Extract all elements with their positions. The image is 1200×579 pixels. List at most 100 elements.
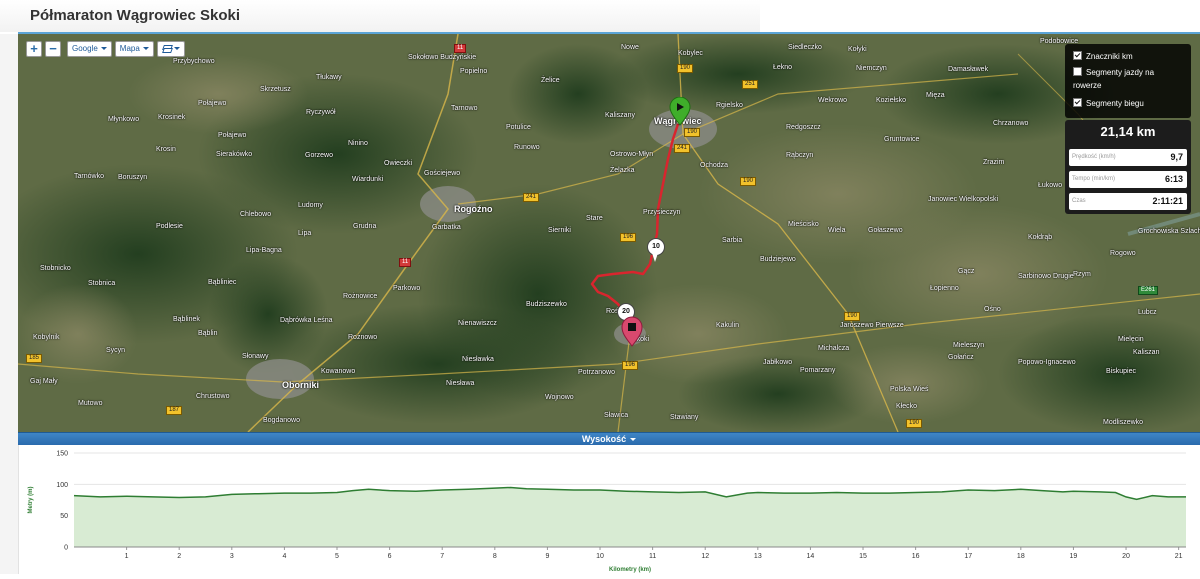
place-label: Tarnowo (451, 105, 478, 112)
toggle-bike-segments-label: Segmenty jazdy na rowerze (1073, 68, 1155, 90)
place-label: Niesławka (462, 356, 494, 363)
place-label: Gołańcz (948, 354, 974, 361)
place-label: Skrzetusz (260, 86, 291, 93)
checkbox-km-markers[interactable] (1073, 51, 1082, 60)
place-label: Kaliszany (605, 112, 635, 119)
x-tick-label: 18 (1017, 553, 1025, 560)
x-axis-label: Kilometry (km) (609, 567, 651, 573)
place-label: Kowanowo (321, 368, 356, 375)
y-tick-label: 150 (56, 451, 68, 458)
place-label: Łekno (773, 64, 793, 71)
place-label: Mięza (926, 92, 945, 99)
place-label: Mieleszyn (953, 342, 985, 349)
y-axis-label: Metry (m) (28, 486, 34, 513)
place-label: Niesława (446, 380, 475, 387)
route-line (590, 111, 682, 335)
place-label: Sierakówko (216, 151, 253, 158)
place-label: Tarnówko (74, 173, 104, 180)
checkbox-bike-segments[interactable] (1073, 67, 1082, 76)
place-label: Zrazim (983, 159, 1005, 166)
place-label: Sarbinowo Drugie (1018, 273, 1074, 280)
stat-time: Czas 2:11:21 (1069, 193, 1187, 210)
place-label: Bąbliniec (208, 279, 237, 286)
y-tick-label: 100 (56, 482, 68, 489)
x-tick-label: 4 (282, 553, 286, 560)
place-label: Stare (586, 215, 603, 222)
place-label: Wiardunki (352, 176, 384, 183)
toggle-run-segments[interactable]: Segmenty biegu (1073, 97, 1183, 110)
place-label: Przysieczyn (643, 209, 681, 216)
elevation-area (74, 487, 1186, 547)
layers-dropdown[interactable] (156, 41, 185, 57)
place-label: Stobnica (88, 280, 116, 287)
place-label: Sycyn (106, 347, 126, 354)
total-distance: 21,14 km (1100, 124, 1156, 139)
map-type-dropdown[interactable]: Mapa (114, 41, 154, 57)
x-tick-label: 2 (177, 553, 181, 560)
zoom-in-button[interactable]: + (26, 41, 42, 57)
toggle-bike-segments[interactable]: Segmenty jazdy na rowerze (1073, 66, 1183, 92)
road-number-badge: 187 (166, 406, 183, 415)
place-label: Rogowo (1110, 250, 1136, 257)
x-tick-label: 1 (125, 553, 129, 560)
place-label: Rożnowo (348, 334, 378, 341)
place-label: Stobnicko (40, 265, 71, 272)
place-label: Krosinek (158, 114, 186, 121)
place-label: Chrustowo (196, 393, 230, 400)
stat-speed: Prędkość (km/h) 9,7 (1069, 149, 1187, 166)
road-number-badge: 11 (399, 258, 412, 267)
place-label: Gołaszewo (868, 227, 903, 234)
toggle-km-markers[interactable]: Znaczniki km (1073, 50, 1183, 63)
chevron-down-icon (173, 47, 180, 51)
road-number-badge: 190 (844, 312, 861, 321)
place-label: Rąbczyn (786, 152, 814, 159)
checkbox-run-segments[interactable] (1073, 98, 1082, 107)
place-label: Biskupiec (1106, 368, 1136, 375)
zoom-out-button[interactable]: − (45, 41, 61, 57)
x-tick-label: 7 (440, 553, 444, 560)
road-number-badge: 190 (677, 64, 694, 73)
x-tick-label: 11 (649, 553, 656, 560)
place-label: Jabłkowo (763, 359, 793, 366)
finish-marker[interactable] (618, 316, 646, 348)
place-label: Ośno (984, 306, 1001, 313)
place-label: Popielno (460, 68, 488, 75)
place-label: Gościejewo (424, 170, 461, 177)
place-label: Bąblinek (173, 316, 200, 323)
place-label: Gaj Mały (30, 378, 58, 385)
place-label: Siedleczko (788, 44, 822, 51)
stat-pace-value: 6:13 (1164, 174, 1183, 184)
map-provider-dropdown[interactable]: Google (67, 41, 112, 57)
place-label: Słonawy (242, 353, 269, 360)
x-tick-label: 13 (754, 553, 762, 560)
map-view[interactable]: Nowe Kobylec Siedleczko Kołyki Podobowice Sok… (18, 34, 1200, 432)
place-label: Michalcza (818, 345, 850, 352)
place-label: Grudna (353, 223, 377, 230)
road-number-badge: 196 (620, 233, 637, 242)
place-label: Nowe (621, 44, 639, 51)
place-label: Rogoźno (454, 204, 493, 214)
place-label: Łukowo (1038, 182, 1063, 189)
place-label: Grochowiska Szlacheckie (1138, 228, 1200, 235)
stat-time-value: 2:11:21 (1152, 196, 1183, 206)
place-label: Młynkowo (108, 116, 140, 123)
place-label: Kołyki (848, 46, 867, 53)
start-marker[interactable] (666, 97, 694, 127)
place-label: Gruntowice (884, 136, 920, 143)
place-label: Lubcz (1138, 309, 1157, 316)
toggle-run-segments-label: Segmenty biegu (1086, 99, 1144, 108)
place-label: Połajewo (198, 100, 227, 107)
stat-speed-label: Prędkość (km/h) (1072, 154, 1116, 160)
place-label: Kobylnik (33, 334, 60, 341)
road-number-badge: 251 (742, 80, 759, 89)
road-number-badge: E261 (1138, 286, 1159, 295)
place-label: Polska Wieś (890, 386, 929, 393)
place-label: Łopienno (930, 285, 959, 292)
map-provider-label: Google (72, 44, 98, 53)
place-label: Jaroszewo Pierwsze (840, 322, 904, 329)
stat-speed-value: 9,7 (1170, 152, 1183, 162)
place-label: Tłukawy (316, 74, 342, 81)
place-label: Runowo (514, 144, 540, 151)
place-label: Sarbia (722, 237, 743, 244)
place-label: Janowiec Wielkopolski (928, 196, 999, 203)
